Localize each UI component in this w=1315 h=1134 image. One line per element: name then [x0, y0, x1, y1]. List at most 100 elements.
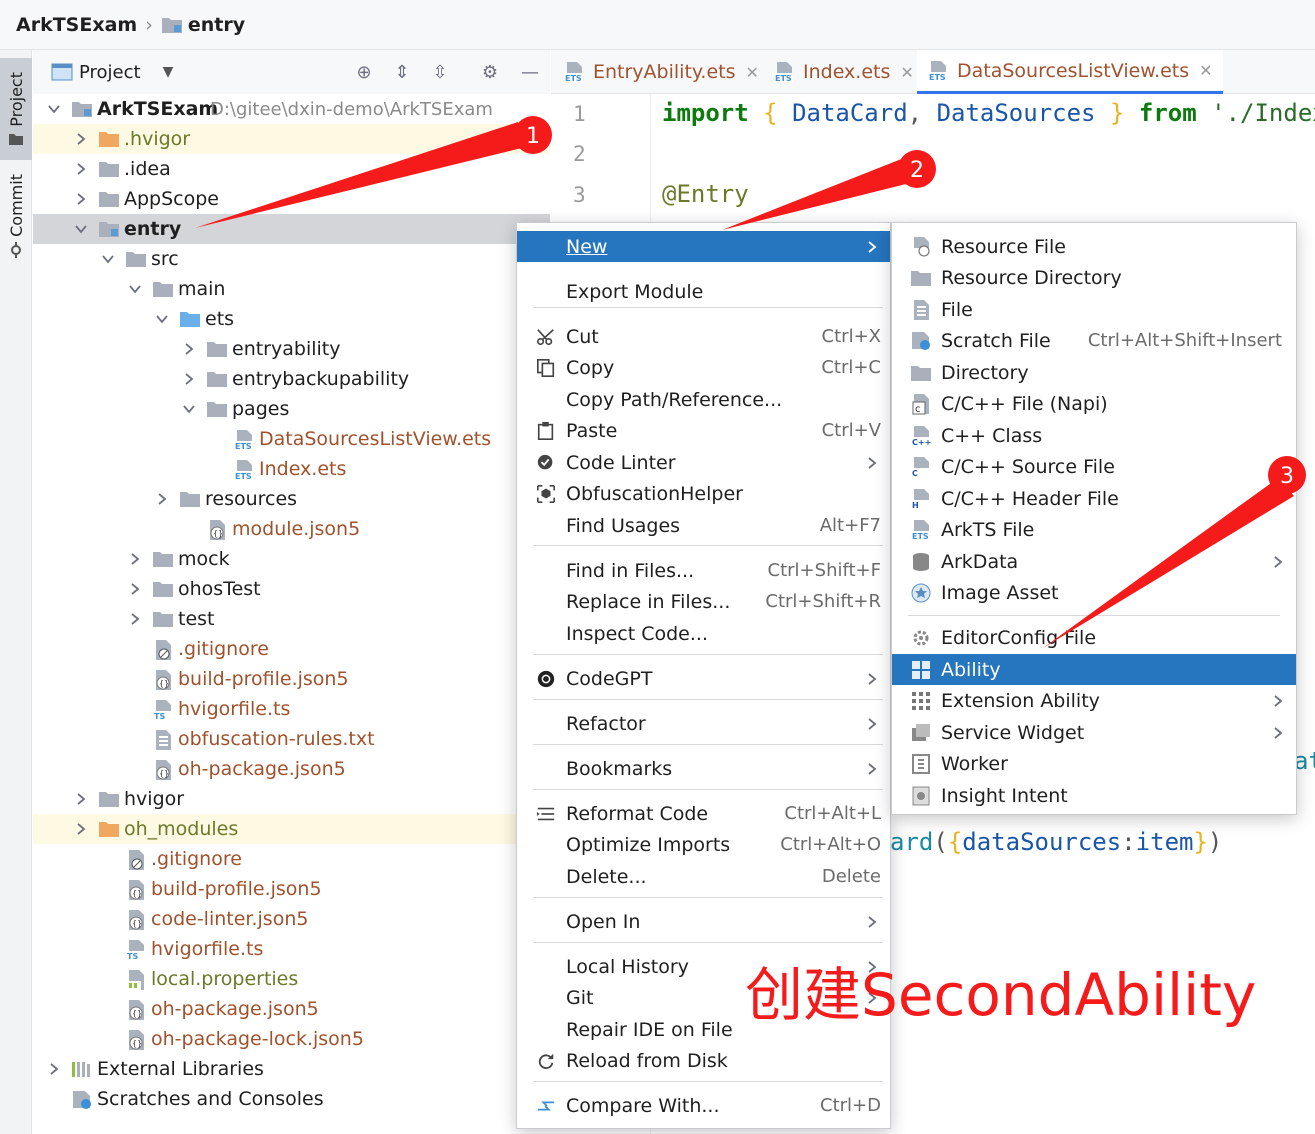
chevron-right-icon[interactable]	[74, 822, 88, 836]
menu-item-obfuscation-helper[interactable]: ObfuscationHelper	[517, 478, 890, 509]
expand-all-icon[interactable]: ⇕	[391, 61, 413, 83]
tree-item-main[interactable]: main	[33, 274, 550, 304]
submenu-item-cpp-file-napi[interactable]: c C/C++ File (Napi)	[892, 388, 1296, 419]
menu-item-cut[interactable]: Cut Ctrl+X	[517, 321, 890, 352]
menu-item-paste[interactable]: Paste Ctrl+V	[517, 415, 890, 446]
breadcrumb-module[interactable]: entry	[161, 14, 245, 36]
submenu-item-insight-intent[interactable]: Insight Intent	[892, 780, 1296, 811]
close-icon[interactable]: ✕	[746, 63, 759, 82]
tree-root[interactable]: ArkTSExam D:\gitee\dxin-demo\ArkTSExam	[33, 94, 550, 124]
menu-item-codegpt[interactable]: CodeGPT	[517, 663, 890, 694]
chevron-right-icon[interactable]	[155, 492, 169, 506]
tree-item-oh-package[interactable]: {} oh-package.json5	[33, 994, 550, 1024]
submenu-item-extension-ability[interactable]: Extension Ability	[892, 685, 1296, 716]
tree-item-code-linter[interactable]: {} code-linter.json5	[33, 904, 550, 934]
chevron-down-icon[interactable]	[74, 222, 88, 236]
chevron-right-icon[interactable]	[74, 792, 88, 806]
minimize-icon[interactable]: —	[519, 61, 541, 83]
chevron-right-icon[interactable]	[128, 612, 142, 626]
tree-item-mock[interactable]: mock	[33, 544, 550, 574]
tree-item-pages[interactable]: pages	[33, 394, 550, 424]
tab-entryability[interactable]: ETS EntryAbility.ets ✕	[563, 50, 759, 94]
chevron-down-icon[interactable]: ▼	[163, 64, 174, 80]
tree-item-hvigor[interactable]: hvigor	[33, 784, 550, 814]
menu-item-copy-path[interactable]: Copy Path/Reference...	[517, 384, 890, 415]
submenu-item-ability[interactable]: Ability	[892, 654, 1296, 685]
submenu-item-resource-file[interactable]: Resource File	[892, 231, 1296, 262]
chevron-right-icon[interactable]	[182, 342, 196, 356]
tree-item-entry-gitignore[interactable]: .gitignore	[33, 634, 550, 664]
tree-item-oh-modules[interactable]: oh_modules	[33, 814, 550, 844]
menu-item-inspect-code[interactable]: Inspect Code...	[517, 618, 890, 649]
menu-item-copy[interactable]: Copy Ctrl+C	[517, 352, 890, 383]
gear-icon[interactable]: ⚙	[479, 61, 501, 83]
menu-item-find-usages[interactable]: Find Usages Alt+F7	[517, 510, 890, 541]
tree-item-src[interactable]: src	[33, 244, 550, 274]
chevron-right-icon[interactable]	[74, 192, 88, 206]
close-icon[interactable]: ✕	[900, 63, 913, 82]
submenu-item-directory[interactable]: Directory	[892, 357, 1296, 388]
breadcrumb-project[interactable]: ArkTSExam	[16, 14, 137, 36]
submenu-item-service-widget[interactable]: Service Widget	[892, 717, 1296, 748]
tree-item-build-profile[interactable]: {} build-profile.json5	[33, 874, 550, 904]
tree-item-hvigor-dir[interactable]: .hvigor	[33, 124, 550, 154]
tree-item-entry-oh-package[interactable]: {} oh-package.json5	[33, 754, 550, 784]
chevron-down-icon[interactable]	[101, 252, 115, 266]
submenu-item-image-asset[interactable]: Image Asset	[892, 577, 1296, 608]
submenu-item-arkts-file[interactable]: ETS ArkTS File	[892, 514, 1296, 545]
chevron-down-icon[interactable]	[155, 312, 169, 326]
tree-item-appscope[interactable]: AppScope	[33, 184, 550, 214]
menu-item-bookmarks[interactable]: Bookmarks	[517, 753, 890, 784]
submenu-item-cpp-header[interactable]: H C/C++ Header File	[892, 483, 1296, 514]
menu-item-find-in-files[interactable]: Find in Files... Ctrl+Shift+F	[517, 555, 890, 586]
menu-item-open-in[interactable]: Open In	[517, 906, 890, 937]
menu-item-replace-in-files[interactable]: Replace in Files... Ctrl+Shift+R	[517, 586, 890, 617]
chevron-down-icon[interactable]	[128, 282, 142, 296]
menu-item-code-linter[interactable]: Code Linter	[517, 447, 890, 478]
menu-item-delete[interactable]: Delete... Delete	[517, 861, 890, 892]
menu-item-reload-from-disk[interactable]: Reload from Disk	[517, 1045, 890, 1076]
submenu-item-cpp-class[interactable]: C++ C++ Class	[892, 420, 1296, 451]
tree-item-entryability[interactable]: entryability	[33, 334, 550, 364]
chevron-right-icon[interactable]	[74, 162, 88, 176]
project-panel-title[interactable]: Project	[79, 62, 141, 83]
submenu-item-resource-directory[interactable]: Resource Directory	[892, 262, 1296, 293]
menu-item-refactor[interactable]: Refactor	[517, 708, 890, 739]
tree-item-gitignore[interactable]: .gitignore	[33, 844, 550, 874]
tree-item-entrybackupability[interactable]: entrybackupability	[33, 364, 550, 394]
chevron-down-icon[interactable]	[47, 102, 61, 116]
menu-item-optimize-imports[interactable]: Optimize Imports Ctrl+Alt+O	[517, 829, 890, 860]
chevron-right-icon[interactable]	[128, 582, 142, 596]
tree-item-index[interactable]: ETS Index.ets	[33, 454, 550, 484]
tree-item-resources[interactable]: resources	[33, 484, 550, 514]
submenu-item-arkdata[interactable]: ArkData	[892, 546, 1296, 577]
tree-item-ohostest[interactable]: ohosTest	[33, 574, 550, 604]
tree-item-entry-hvigorfile[interactable]: TS hvigorfile.ts	[33, 694, 550, 724]
tree-item-module-json[interactable]: {} module.json5	[33, 514, 550, 544]
tree-item-test[interactable]: test	[33, 604, 550, 634]
locate-icon[interactable]: ⊕	[353, 61, 375, 83]
tree-item-obfuscation-rules[interactable]: obfuscation-rules.txt	[33, 724, 550, 754]
menu-item-reformat-code[interactable]: Reformat Code Ctrl+Alt+L	[517, 798, 890, 829]
tab-index[interactable]: ETS Index.ets ✕	[773, 50, 914, 94]
tree-item-oh-package-lock[interactable]: {} oh-package-lock.json5	[33, 1024, 550, 1054]
chevron-right-icon[interactable]	[47, 1062, 61, 1076]
tree-item-hvigorfile[interactable]: TS hvigorfile.ts	[33, 934, 550, 964]
tree-item-entry-build-profile[interactable]: {} build-profile.json5	[33, 664, 550, 694]
tree-item-entry[interactable]: entry	[33, 214, 550, 244]
menu-item-new[interactable]: New	[517, 231, 890, 262]
submenu-item-editorconfig[interactable]: EditorConfig File	[892, 622, 1296, 653]
chevron-right-icon[interactable]	[74, 132, 88, 146]
submenu-item-scratch-file[interactable]: Scratch File Ctrl+Alt+Shift+Insert	[892, 325, 1296, 356]
project-tool-tab[interactable]: Project	[0, 58, 32, 160]
tree-item-scratches[interactable]: Scratches and Consoles	[33, 1084, 550, 1114]
commit-tool-tab[interactable]: Commit	[0, 166, 32, 266]
tab-datasourceslistview[interactable]: ETS DataSourcesListView.ets ✕	[917, 50, 1223, 94]
chevron-down-icon[interactable]	[182, 402, 196, 416]
menu-item-compare-with[interactable]: Compare With... Ctrl+D	[517, 1090, 890, 1121]
tree-item-ets[interactable]: ets	[33, 304, 550, 334]
chevron-right-icon[interactable]	[182, 372, 196, 386]
tree-item-datasourceslistview[interactable]: ETS DataSourcesListView.ets	[33, 424, 550, 454]
submenu-item-cpp-source[interactable]: C C/C++ Source File	[892, 451, 1296, 482]
tree-item-external-libraries[interactable]: External Libraries	[33, 1054, 550, 1084]
